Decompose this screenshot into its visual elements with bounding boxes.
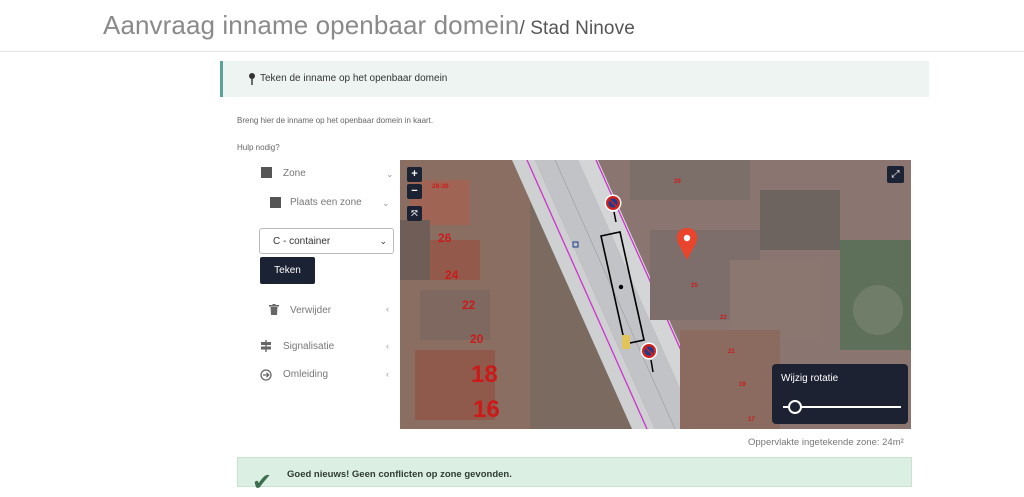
help-link[interactable]: Hulp nodig? xyxy=(237,143,280,152)
page-title: Aanvraag inname openbaar domein/ Stad Ni… xyxy=(103,10,635,41)
delete-menu-item[interactable]: Verwijder xyxy=(290,305,331,316)
house-number: 26 xyxy=(438,231,452,245)
chevron-left-icon[interactable]: ‹ xyxy=(386,341,389,351)
house-number: 20 xyxy=(470,332,484,346)
step-banner: Teken de inname op het openbaar domein xyxy=(220,61,929,97)
success-message: Goed nieuws! Geen conflicten op zone gev… xyxy=(287,469,512,480)
map-view[interactable]: 28-30 26 24 22 20 18 16 29 25 23 21 19 1… xyxy=(400,160,911,429)
house-number: 18 xyxy=(471,361,498,388)
place-zone-label[interactable]: Plaats een zone xyxy=(290,197,362,208)
rotation-panel: Wijzig rotatie xyxy=(772,364,908,424)
container-label: C xyxy=(619,285,623,291)
house-number: 21 xyxy=(728,349,735,355)
house-number: 19 xyxy=(739,382,746,388)
trash-icon xyxy=(269,304,279,315)
city-name: / Stad Ninove xyxy=(519,18,635,39)
pin-icon xyxy=(249,73,255,85)
success-alert: ✔ Goed nieuws! Geen conflicten op zone g… xyxy=(237,457,912,496)
signpost-icon xyxy=(261,340,271,352)
zoom-in-button[interactable]: + xyxy=(407,167,422,182)
page-header: Aanvraag inname openbaar domein/ Stad Ni… xyxy=(0,0,1024,52)
house-number: 22 xyxy=(462,298,476,312)
fit-extent-icon[interactable]: ⤧ xyxy=(407,206,422,221)
rotation-slider-handle[interactable] xyxy=(788,400,802,414)
detour-menu-item[interactable]: Omleiding xyxy=(283,369,328,380)
arrow-circle-icon xyxy=(260,369,272,381)
house-number: 29 xyxy=(674,179,681,185)
house-number: 28-30 xyxy=(432,183,449,190)
chevron-down-icon[interactable]: ⌄ xyxy=(386,169,394,180)
zone-menu-label[interactable]: Zone xyxy=(283,168,306,179)
house-number: 24 xyxy=(445,268,459,282)
house-number: 23 xyxy=(720,315,727,321)
zone-icon xyxy=(261,167,272,178)
draw-button[interactable]: Teken xyxy=(260,257,315,284)
checkmark-icon: ✔ xyxy=(252,469,273,496)
area-readout: Oppervlakte ingetekende zone: 24m² xyxy=(748,437,904,448)
select-value: C - container xyxy=(273,236,331,247)
step-label: Teken de inname op het openbaar domein xyxy=(260,73,448,84)
signalisation-menu-item[interactable]: Signalisatie xyxy=(283,341,334,352)
chevron-down-icon: ⌄ xyxy=(379,236,387,246)
title-text: Aanvraag inname openbaar domein xyxy=(103,10,520,40)
rotation-label: Wijzig rotatie xyxy=(781,373,839,384)
zone-type-select[interactable]: C - container ⌄ xyxy=(259,228,394,254)
intro-text: Breng hier de inname op het openbaar dom… xyxy=(237,116,434,125)
chevron-down-icon[interactable]: ⌄ xyxy=(382,198,390,209)
house-number: 25 xyxy=(691,283,698,289)
place-zone-icon xyxy=(270,197,281,208)
house-number: 16 xyxy=(473,396,500,423)
fullscreen-icon[interactable]: ⤢ xyxy=(887,166,904,183)
zoom-out-button[interactable]: − xyxy=(407,184,422,199)
chevron-left-icon[interactable]: ‹ xyxy=(386,304,389,314)
chevron-left-icon[interactable]: ‹ xyxy=(386,369,389,379)
house-number: 17 xyxy=(748,417,755,423)
